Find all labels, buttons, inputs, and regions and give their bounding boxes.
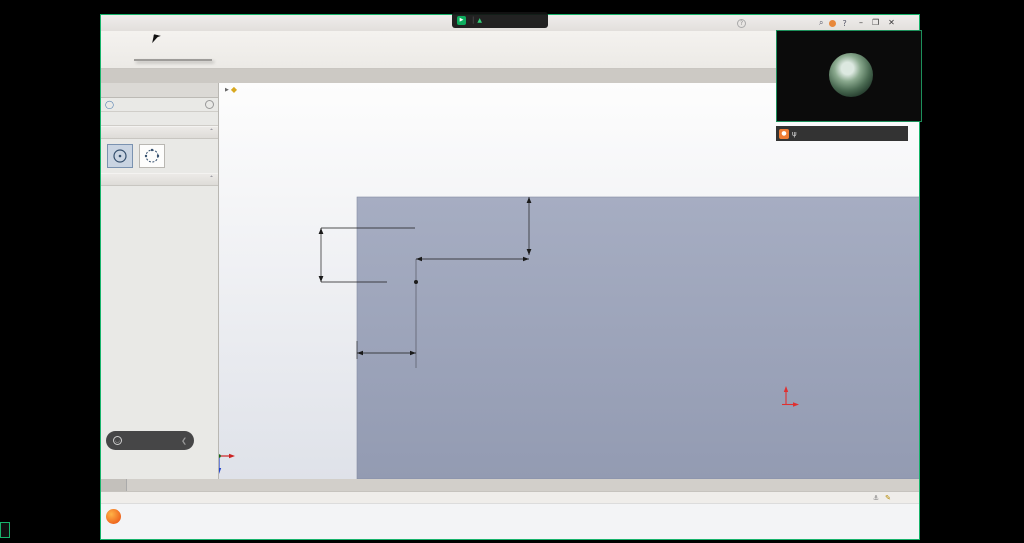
status-tool-icon[interactable]: ⚓ [873,494,879,502]
windows-taskbar [101,503,919,539]
meeting-chat-bubble[interactable]: ◡ ❮ [106,431,194,450]
close-button[interactable]: ✕ [888,18,895,27]
participant-avatar-icon: ● [779,129,789,139]
status-pencil-icon[interactable]: ✎ [885,494,891,502]
sketch-point[interactable] [414,280,418,284]
upload-arrow-icon: ▲ [477,17,482,24]
perimeter-circle-type-button[interactable] [139,144,165,168]
graphics-viewport[interactable]: ▶ ◆ [219,83,919,479]
tab-scroll-grip[interactable] [101,479,127,491]
system-tray [900,509,905,535]
circle-icon: ◯ [105,100,114,109]
parameters-section-header[interactable]: ˆ [101,173,218,186]
pattern-tools-stack [167,31,173,68]
meeting-video-overlay[interactable] [776,30,922,122]
emoji-icon[interactable]: ◡ [113,436,122,445]
participant-avatar [829,53,873,97]
sketch-canvas[interactable] [219,83,919,479]
expand-arrow-icon[interactable]: ▶ [225,87,229,93]
minimize-button[interactable]: – [859,18,863,27]
search-magnifier-icon[interactable]: ⌕ [819,18,823,28]
weather-icon [106,509,121,524]
meeting-app-icon: ▶ [457,16,466,25]
property-manager-panel: ◯ ˆ ˆ [101,83,219,479]
meeting-participant-bar[interactable]: ● ψ [776,126,908,141]
panel-help-icon[interactable] [205,100,214,109]
panel-tabs [101,83,218,98]
help-search[interactable]: ? [737,16,751,30]
participant-mic-icon: ψ [792,130,797,138]
restore-button[interactable]: ❐ [872,18,879,27]
flyout-feature-tree[interactable]: ▶ ◆ [225,85,239,94]
help-circle-icon: ? [737,19,746,28]
circle-type-section-header[interactable]: ˆ [101,126,218,139]
part-origin-triad [219,454,235,474]
part-face[interactable] [357,197,919,479]
center-circle-type-button[interactable] [107,144,133,168]
screen-share-tooltip [0,522,10,538]
login-user-icon[interactable] [829,20,836,27]
status-bar: ⚓ ✎ [101,491,919,503]
weather-widget[interactable] [106,509,124,524]
line-tool-dropdown-menu [134,59,212,61]
part-icon: ◆ [231,85,237,94]
meeting-status-pill[interactable]: ▶ | ▲ [452,12,548,28]
collapse-chevron-icon[interactable]: ❮ [181,437,187,445]
document-tabs-bar [101,479,919,491]
help-menu-icon[interactable]: ? [842,19,846,28]
